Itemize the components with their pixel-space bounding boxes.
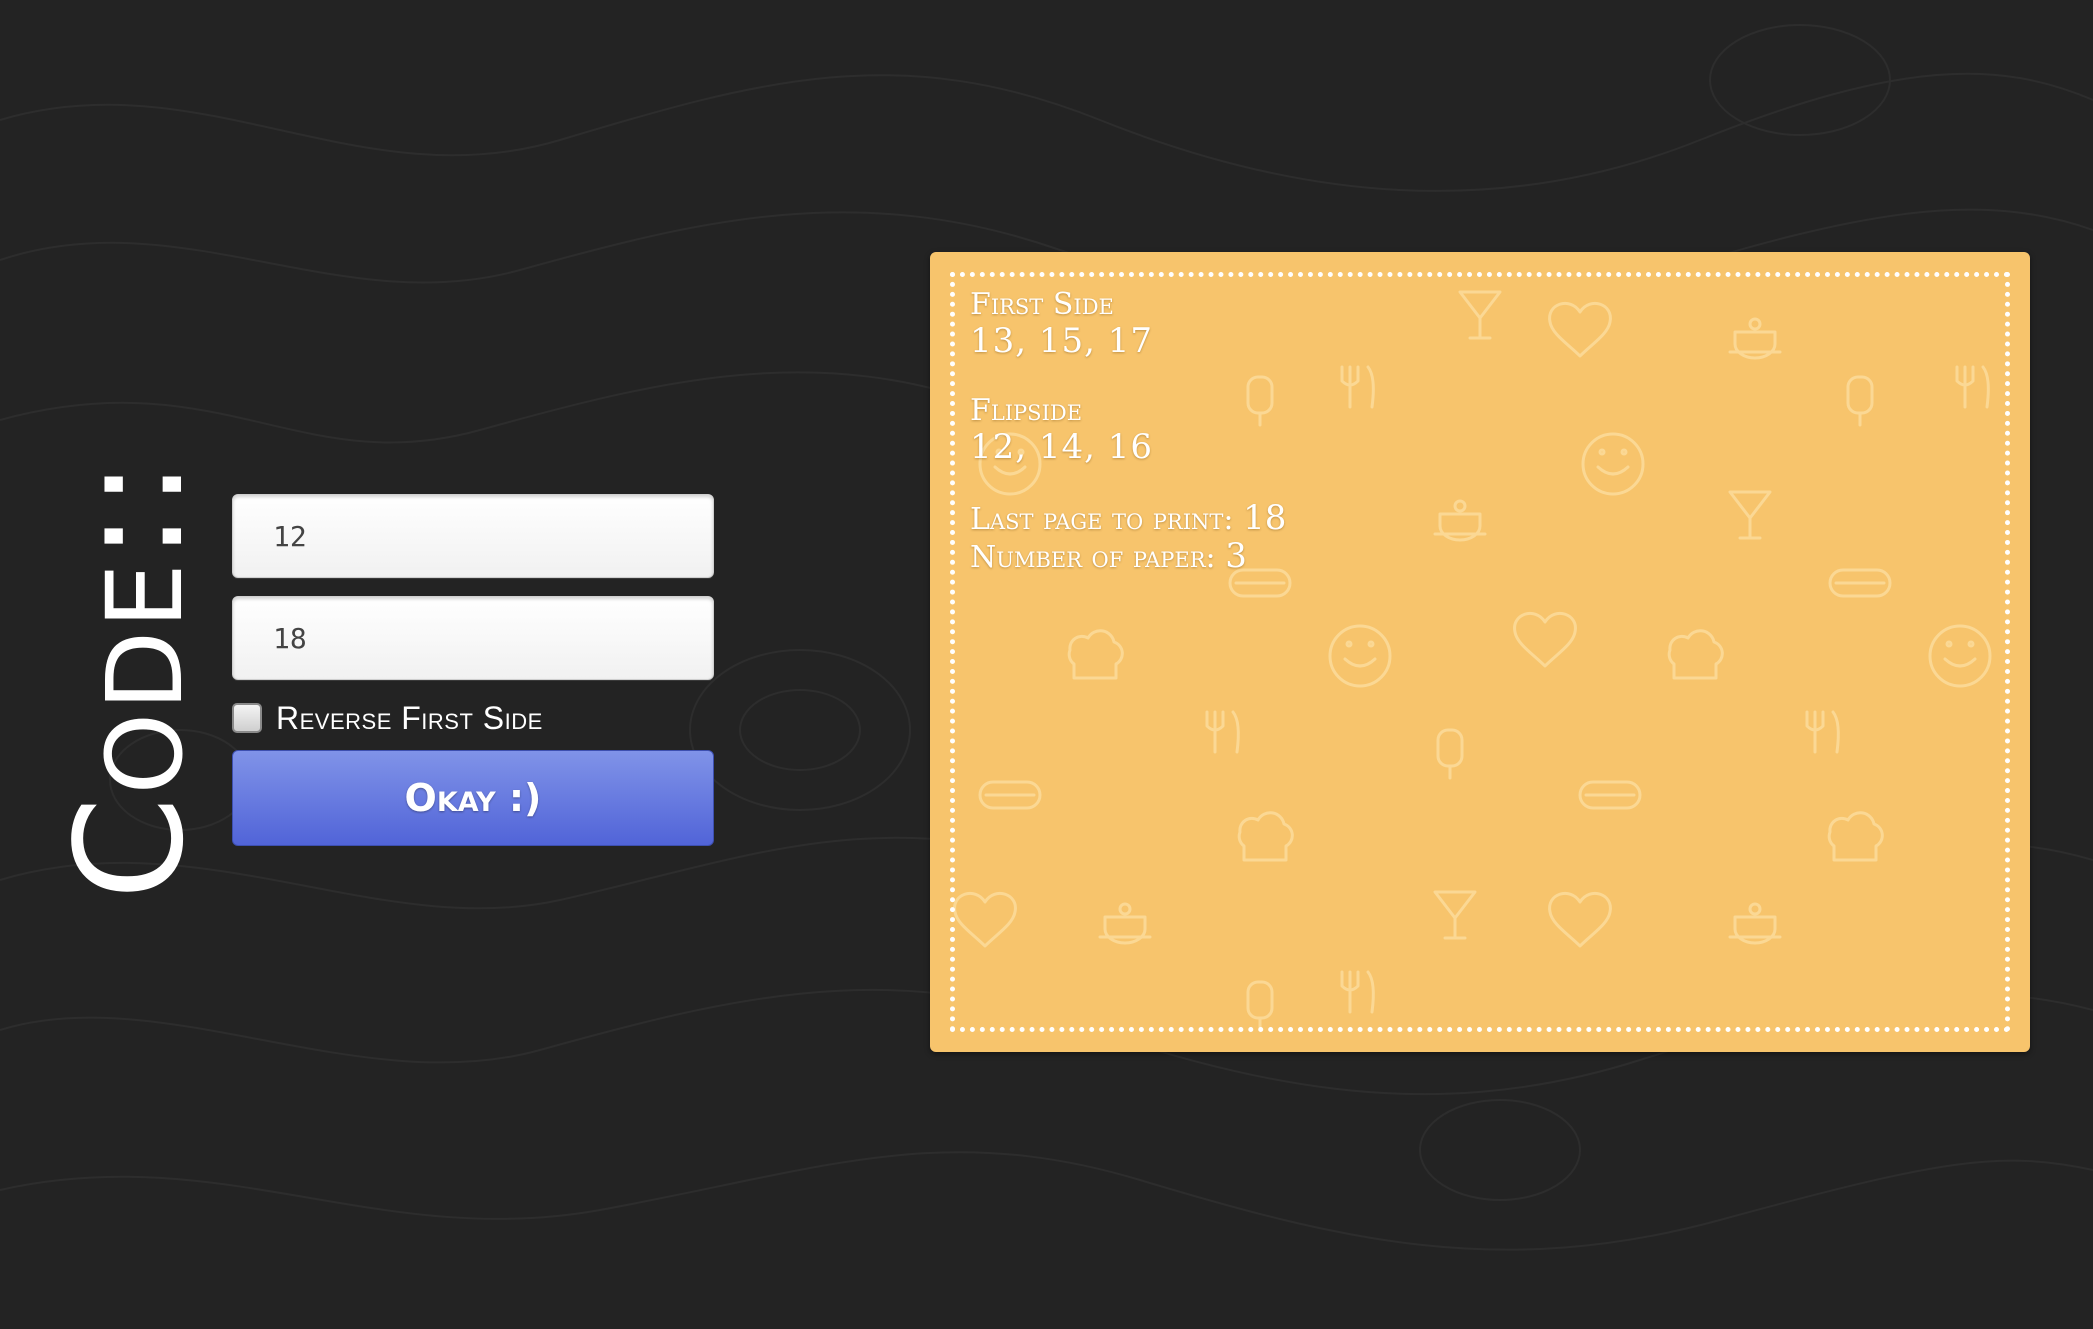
flipside-pages: 12, 14, 16 <box>970 427 1154 467</box>
first-side-block: First Side 13, 15, 17 <box>970 287 1286 361</box>
flipside-heading: Flipside <box>970 393 1083 428</box>
result-content: First Side 13, 15, 17 Flipside 12, 14, 1… <box>970 288 1286 576</box>
last-page-label: Last page to print: <box>970 502 1234 537</box>
flipside-block: Flipside 12, 14, 16 <box>970 393 1286 467</box>
last-page-stat: Last page to print: 18 <box>970 500 1286 538</box>
page: Code:: Reverse First Side Okay :) <box>0 0 2093 1329</box>
last-page-value: 18 <box>1243 498 1287 538</box>
paper-count-stat: Number of paper: 3 <box>970 538 1286 576</box>
first-side-heading: First Side <box>970 287 1114 322</box>
first-side-pages: 13, 15, 17 <box>970 321 1154 361</box>
page-range-form: Reverse First Side Okay :) <box>232 494 714 846</box>
okay-button[interactable]: Okay :) <box>232 750 714 846</box>
reverse-option: Reverse First Side <box>232 700 714 736</box>
logo-text: Code:: <box>44 457 216 900</box>
paper-count-label: Number of paper: <box>970 540 1216 575</box>
reverse-first-side-label[interactable]: Reverse First Side <box>276 700 543 737</box>
summary-block: Last page to print: 18 Number of paper: … <box>970 500 1286 576</box>
result-card: First Side 13, 15, 17 Flipside 12, 14, 1… <box>930 252 2030 1052</box>
last-page-input[interactable] <box>232 596 714 680</box>
paper-count-value: 3 <box>1225 536 1247 576</box>
reverse-first-side-checkbox[interactable] <box>232 703 262 733</box>
first-page-input[interactable] <box>232 494 714 578</box>
logo: Code:: <box>44 457 216 900</box>
